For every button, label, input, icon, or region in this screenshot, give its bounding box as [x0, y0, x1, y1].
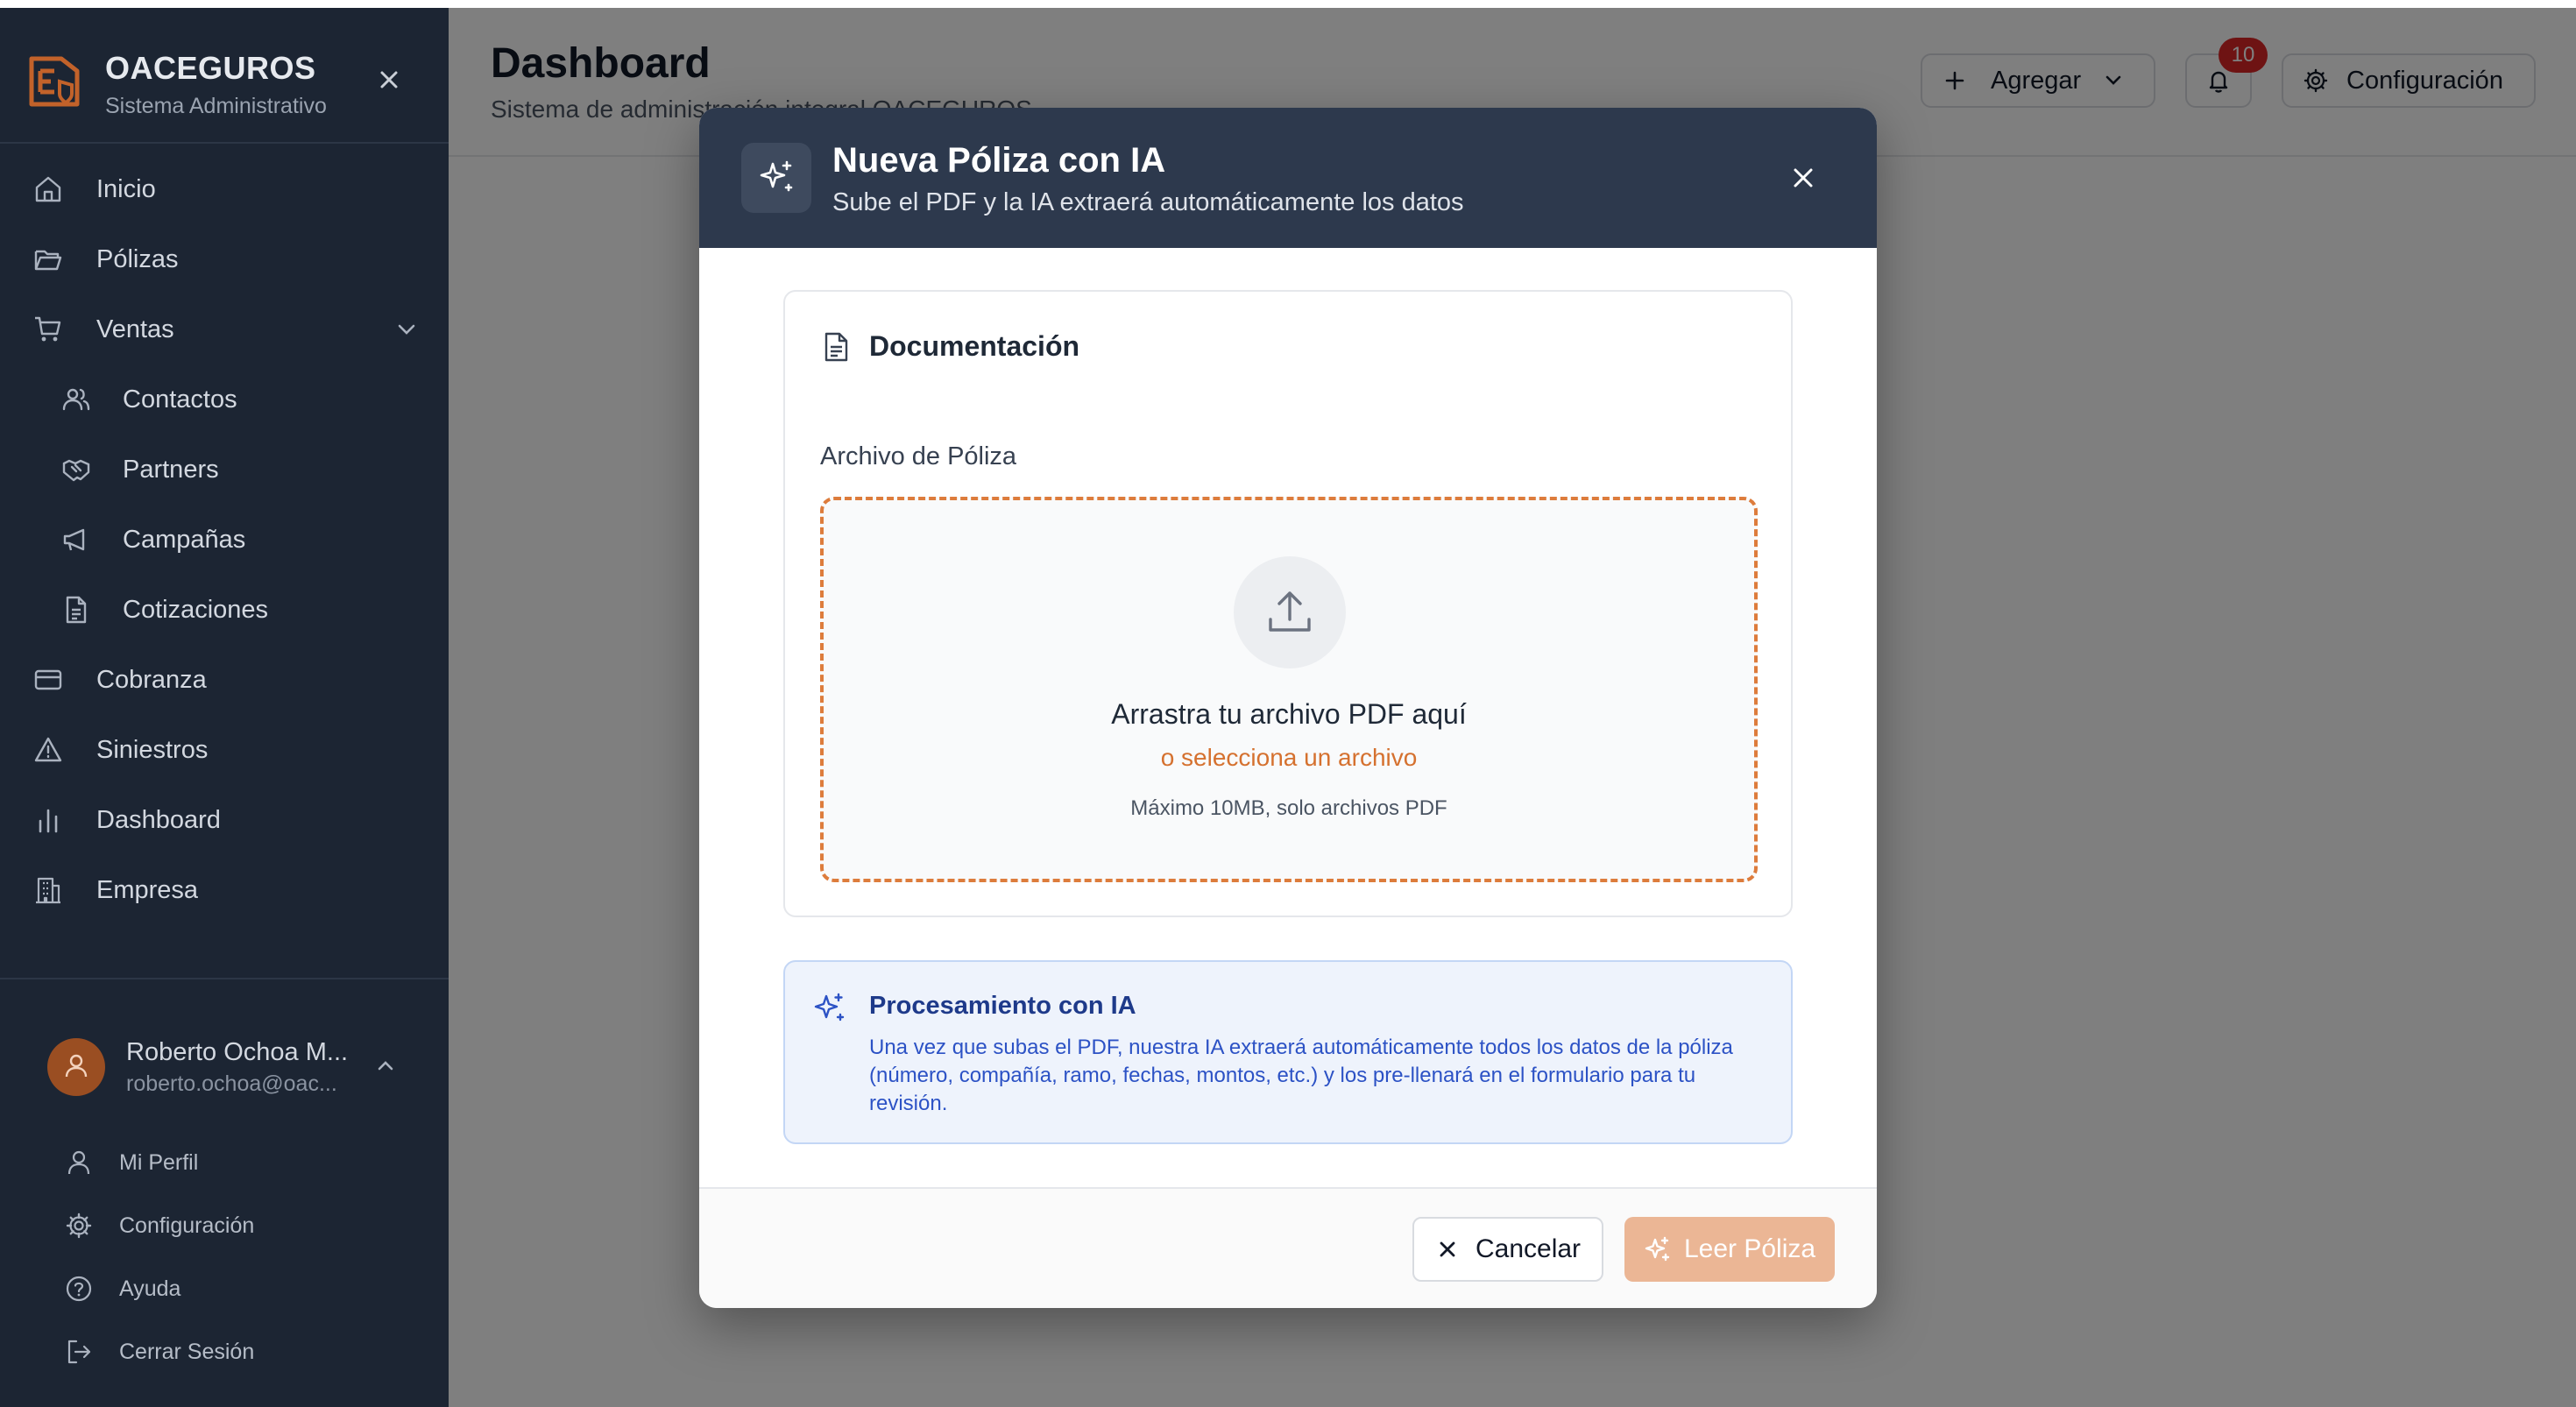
- cancel-button[interactable]: Cancelar: [1412, 1217, 1603, 1282]
- select-file-link[interactable]: o selecciona un archivo: [824, 744, 1754, 772]
- cancel-button-label: Cancelar: [1475, 1234, 1582, 1263]
- bar-chart-icon: [39, 809, 58, 833]
- avatar: [47, 1038, 105, 1096]
- sidebar-item-empresa[interactable]: Empresa: [33, 864, 419, 916]
- sidebar-item-label: Partners: [123, 455, 219, 484]
- policy-file-label: Archivo de Póliza: [820, 442, 1017, 470]
- sparkles-icon: [1645, 1236, 1670, 1262]
- modal-title: Nueva Póliza con IA: [832, 141, 1166, 180]
- brand-name: OACEGUROS: [105, 50, 316, 86]
- user-icon: [67, 1150, 90, 1175]
- sidebar-divider: [0, 978, 449, 979]
- close-sidebar-icon[interactable]: [375, 66, 403, 94]
- menu-item-profile[interactable]: Mi Perfil: [65, 1141, 415, 1184]
- menu-item-label: Configuración: [119, 1213, 255, 1238]
- sidebar-item-label: Cobranza: [96, 665, 207, 694]
- brand-logo-icon: [29, 56, 80, 107]
- documentation-header: Documentación: [820, 330, 1079, 363]
- sidebar-item-label: Contactos: [123, 385, 237, 414]
- sidebar: OACEGUROS Sistema Administrativo Inicio …: [0, 8, 449, 1407]
- modal-footer: Cancelar Leer Póliza: [699, 1187, 1877, 1308]
- user-email: roberto.ochoa@oac...: [126, 1071, 337, 1096]
- sidebar-item-ventas[interactable]: Ventas: [33, 303, 419, 356]
- help-circle-icon: [66, 1276, 92, 1302]
- gear-icon: [66, 1213, 92, 1239]
- sparkles-icon: [814, 993, 845, 1022]
- sidebar-item-cobranza[interactable]: Cobranza: [33, 654, 419, 706]
- folder-open-icon: [34, 250, 62, 271]
- new-policy-modal: Nueva Póliza con IA Sube el PDF y la IA …: [699, 108, 1877, 1308]
- sidebar-item-campanas[interactable]: Campañas: [61, 513, 447, 566]
- sidebar-item-inicio[interactable]: Inicio: [33, 163, 419, 216]
- chevron-up-icon[interactable]: [373, 1054, 398, 1078]
- megaphone-icon: [63, 528, 85, 551]
- menu-item-label: Mi Perfil: [119, 1149, 199, 1175]
- sidebar-item-polizas[interactable]: Pólizas: [33, 233, 419, 286]
- menu-item-label: Cerrar Sesión: [119, 1339, 255, 1364]
- close-icon: [1440, 1241, 1455, 1257]
- warning-icon: [34, 737, 62, 762]
- upload-circle: [1234, 556, 1346, 668]
- sparkles-icon: [760, 160, 793, 192]
- sidebar-item-label: Ventas: [96, 315, 174, 343]
- sidebar-item-label: Pólizas: [96, 244, 179, 273]
- read-policy-button[interactable]: Leer Póliza: [1624, 1217, 1835, 1282]
- cart-icon: [35, 316, 61, 342]
- user-name: Roberto Ochoa M...: [126, 1038, 349, 1066]
- handshake-icon: [62, 459, 90, 482]
- close-icon[interactable]: [1787, 162, 1819, 194]
- ai-processing-info: Procesamiento con IA Una vez que subas e…: [783, 960, 1793, 1144]
- sidebar-item-partners[interactable]: Partners: [61, 443, 447, 496]
- dropzone-hint: Máximo 10MB, solo archivos PDF: [1130, 796, 1447, 820]
- building-icon: [36, 877, 60, 904]
- menu-item-logout[interactable]: Cerrar Sesión: [65, 1330, 415, 1374]
- documentation-card: Documentación Archivo de Póliza Arrastra…: [783, 290, 1793, 917]
- sidebar-item-label: Siniestros: [96, 735, 209, 764]
- sidebar-item-label: Inicio: [96, 174, 156, 203]
- modal-header: Nueva Póliza con IA Sube el PDF y la IA …: [699, 108, 1877, 248]
- dropzone-title: Arrastra tu archivo PDF aquí: [1111, 698, 1467, 730]
- ai-info-title: Procesamiento con IA: [869, 992, 1136, 1020]
- top-strip: [0, 0, 2576, 8]
- modal-subtitle: Sube el PDF y la IA extraerá automáticam…: [832, 188, 1464, 216]
- sidebar-item-label: Dashboard: [96, 805, 221, 834]
- pdf-dropzone[interactable]: Arrastra tu archivo PDF aquí o seleccion…: [820, 497, 1758, 882]
- sidebar-item-label: Campañas: [123, 525, 246, 554]
- credit-card-icon: [34, 669, 62, 690]
- sidebar-item-label: Cotizaciones: [123, 595, 269, 624]
- brand-subtitle: Sistema Administrativo: [105, 94, 327, 118]
- sidebar-item-contactos[interactable]: Contactos: [61, 373, 447, 426]
- upload-icon: [1269, 591, 1311, 632]
- brand: OACEGUROS Sistema Administrativo: [26, 45, 429, 118]
- ai-info-text: Una vez que subas el PDF, nuestra IA ext…: [869, 1036, 1733, 1115]
- modal-header-icon-box: [741, 143, 811, 213]
- file-text-icon: [66, 596, 87, 624]
- user-icon: [65, 1054, 88, 1078]
- home-icon: [35, 176, 61, 202]
- sidebar-item-siniestros[interactable]: Siniestros: [33, 724, 419, 776]
- menu-item-help[interactable]: Ayuda: [65, 1267, 415, 1311]
- section-title: Documentación: [869, 330, 1080, 362]
- menu-item-label: Ayuda: [119, 1276, 181, 1301]
- sidebar-item-cotizaciones[interactable]: Cotizaciones: [61, 583, 447, 636]
- sidebar-item-dashboard[interactable]: Dashboard: [33, 794, 419, 846]
- users-icon: [62, 388, 90, 411]
- chevron-down-icon[interactable]: [394, 317, 419, 342]
- menu-item-settings[interactable]: Configuración: [65, 1204, 415, 1248]
- file-text-icon: [824, 332, 848, 361]
- user-card[interactable]: Roberto Ochoa M... roberto.ochoa@oac...: [47, 1024, 415, 1112]
- read-policy-button-label: Leer Póliza: [1683, 1234, 1816, 1263]
- logout-icon: [67, 1340, 91, 1364]
- sidebar-item-label: Empresa: [96, 875, 199, 904]
- sidebar-divider: [0, 142, 449, 144]
